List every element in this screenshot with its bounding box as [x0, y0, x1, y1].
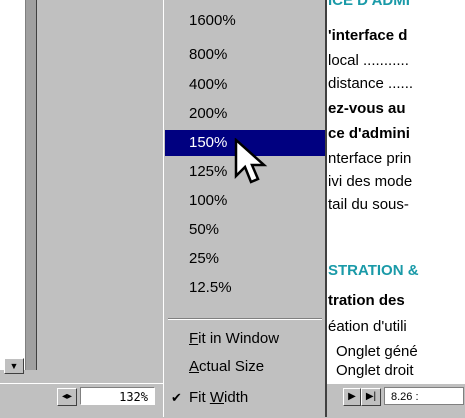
fit-width-option[interactable]: ✔ Fit Width	[165, 385, 325, 411]
option-label: Fit	[189, 389, 210, 406]
doc-line: ce d'admini	[328, 125, 410, 142]
doc-line: Onglet géné	[336, 343, 418, 360]
page-indicator: 8.26 :	[384, 387, 464, 405]
document-left-margin	[0, 0, 26, 370]
doc-line: distance ......	[328, 75, 414, 92]
left-right-arrows-icon[interactable]: ◂▸	[57, 388, 77, 406]
zoom-option-50[interactable]: 50%	[165, 217, 325, 243]
option-label: idth	[224, 389, 249, 406]
doc-line: tail du sous-	[328, 196, 409, 213]
doc-section-heading: STRATION &	[328, 262, 419, 279]
vertical-scroll-track[interactable]	[26, 0, 37, 370]
triangle-right-bar-icon[interactable]: ▶|	[361, 388, 381, 406]
mnemonic: F	[189, 330, 199, 347]
zoom-option-800[interactable]: 800%	[165, 42, 325, 68]
doc-line: Onglet droit	[336, 362, 414, 379]
zoom-option-200[interactable]: 200%	[165, 101, 325, 127]
mnemonic: A	[189, 358, 200, 375]
doc-line: ivi des mode	[328, 173, 413, 190]
doc-line: local ...........	[328, 52, 409, 69]
doc-line: ez-vous au	[328, 100, 406, 117]
fit-in-window-option[interactable]: Fit in Window	[165, 326, 325, 352]
zoom-option-25[interactable]: 25%	[165, 246, 325, 272]
zoom-value-field[interactable]: 132%	[80, 387, 155, 405]
doc-line: 'interface d	[328, 27, 408, 44]
doc-heading-partial: ICE D'ADMI	[328, 0, 410, 9]
mouse-pointer-icon	[234, 138, 268, 184]
zoom-menu: 1600% 800% 400% 200% 150% 125% 100% 50% …	[163, 0, 327, 417]
checkmark-icon: ✔	[171, 390, 182, 405]
doc-line: nterface prin	[328, 150, 412, 167]
menu-separator	[168, 318, 322, 320]
doc-line: éation d'utili	[328, 318, 407, 335]
option-label: it in Window	[198, 330, 280, 347]
option-label: ctual Size	[199, 358, 265, 375]
zoom-option-1600[interactable]: 1600%	[165, 8, 325, 34]
scroll-down-arrow-icon[interactable]: ▼	[4, 358, 24, 374]
document-page: ICE D'ADMI 'interface d local ..........…	[328, 0, 465, 383]
actual-size-option[interactable]: Actual Size	[165, 354, 325, 380]
zoom-option-12-5[interactable]: 12.5%	[165, 275, 325, 301]
doc-line: tration des	[328, 292, 405, 309]
mnemonic: W	[209, 389, 225, 406]
zoom-option-400[interactable]: 400%	[165, 72, 325, 98]
triangle-right-icon[interactable]: ▶	[343, 388, 361, 406]
